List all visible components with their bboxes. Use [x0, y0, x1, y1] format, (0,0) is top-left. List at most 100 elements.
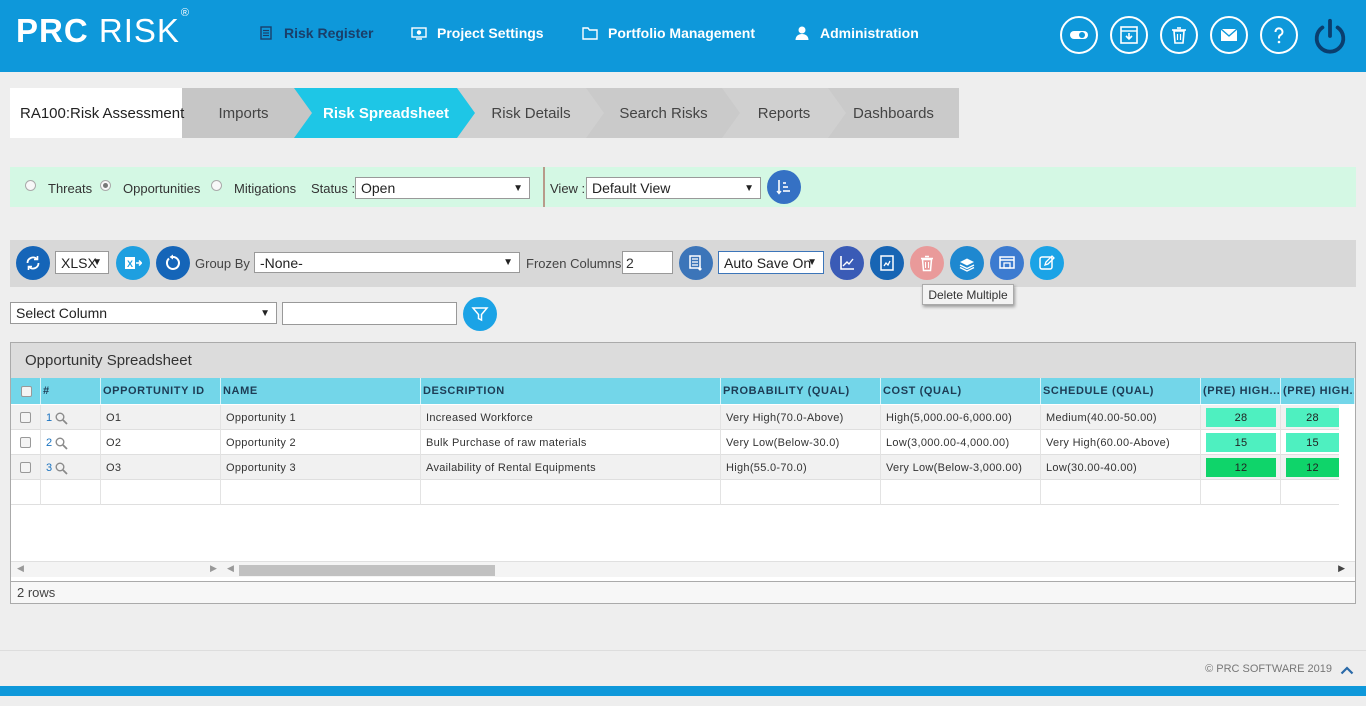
- select-all-checkbox[interactable]: [21, 385, 32, 397]
- row-checkbox[interactable]: [20, 412, 31, 423]
- tab-reports[interactable]: Reports: [722, 88, 846, 138]
- row-checkbox[interactable]: [20, 437, 31, 448]
- edit-button[interactable]: [1030, 246, 1064, 280]
- row-number-cell[interactable]: 3: [41, 455, 101, 480]
- nav-project-settings[interactable]: Project Settings: [411, 25, 544, 41]
- description-cell[interactable]: Availability of Rental Equipments: [421, 455, 721, 480]
- horizontal-scrollbar[interactable]: ◀ ▶ ◀ ▶: [11, 561, 1355, 577]
- threats-label: Threats: [48, 181, 93, 196]
- schedule-cell[interactable]: Medium(40.00-50.00): [1041, 405, 1201, 430]
- opportunities-radio[interactable]: [100, 180, 111, 191]
- column-filter-input[interactable]: [282, 302, 457, 325]
- delete-icon: [1172, 27, 1186, 44]
- select-column-dropdown[interactable]: Select Column ▼: [10, 302, 277, 324]
- empty-new-row[interactable]: [11, 480, 1339, 505]
- tab-dashboards[interactable]: Dashboards: [828, 88, 959, 138]
- scroll-left-icon[interactable]: ◀: [17, 563, 24, 574]
- grid-header: # OPPORTUNITY ID NAME DESCRIPTION PROBAB…: [11, 378, 1355, 404]
- nav-risk-register[interactable]: Risk Register: [258, 25, 373, 41]
- group-by-select[interactable]: -None- ▼: [254, 252, 520, 273]
- help-button[interactable]: [1260, 16, 1298, 54]
- magnifier-icon[interactable]: [54, 411, 69, 425]
- refresh-button[interactable]: [16, 246, 50, 280]
- score-badge[interactable]: 15: [1206, 433, 1276, 452]
- dropdown-arrow-icon: ▼: [744, 182, 754, 194]
- tab-risk-details[interactable]: Risk Details: [457, 88, 605, 138]
- frozen-columns-input[interactable]: 2: [622, 251, 673, 274]
- opportunity-id-cell[interactable]: O2: [101, 430, 221, 455]
- cost-cell[interactable]: Low(3,000.00-4,000.00): [881, 430, 1041, 455]
- header-description[interactable]: DESCRIPTION: [421, 378, 721, 404]
- frozen-scroll-right-icon[interactable]: ▶: [210, 563, 217, 574]
- row-checkbox[interactable]: [20, 462, 31, 473]
- opportunity-id-cell[interactable]: O1: [101, 405, 221, 430]
- export-excel-button[interactable]: X: [116, 246, 150, 280]
- filter-bar: Threats Opportunities Mitigations Status…: [10, 167, 1356, 207]
- apply-filter-button[interactable]: [463, 297, 497, 331]
- header-schedule[interactable]: SCHEDULE (QUAL): [1041, 378, 1201, 404]
- row-number-cell[interactable]: 1: [41, 405, 101, 430]
- tab-imports[interactable]: Imports: [166, 88, 321, 138]
- score-badge[interactable]: 15: [1286, 433, 1339, 452]
- header-probability[interactable]: PROBABILITY (QUAL): [721, 378, 881, 404]
- status-select[interactable]: Open ▼: [355, 177, 530, 199]
- description-cell[interactable]: Increased Workforce: [421, 405, 721, 430]
- scroll-right-icon[interactable]: ▶: [1338, 563, 1345, 574]
- download-button[interactable]: [1110, 16, 1148, 54]
- scrollbar-thumb[interactable]: [239, 565, 495, 576]
- probability-cell[interactable]: Very Low(Below-30.0): [721, 430, 881, 455]
- mail-button[interactable]: [1210, 16, 1248, 54]
- header-pre-high-1[interactable]: (PRE) HIGH...: [1201, 378, 1281, 404]
- report-button[interactable]: [870, 246, 904, 280]
- bulk-edit-button[interactable]: [950, 246, 984, 280]
- cost-cell[interactable]: High(5,000.00-6,000.00): [881, 405, 1041, 430]
- name-cell[interactable]: Opportunity 2: [221, 430, 421, 455]
- schedule-cell[interactable]: Very High(60.00-Above): [1041, 430, 1201, 455]
- chart-button[interactable]: [830, 246, 864, 280]
- scroll-left-icon[interactable]: ◀: [227, 563, 234, 574]
- header-number[interactable]: #: [41, 378, 101, 404]
- copy-view-button[interactable]: [990, 246, 1024, 280]
- row-number-cell[interactable]: 2: [41, 430, 101, 455]
- view-select[interactable]: Default View ▼: [586, 177, 761, 199]
- score-badge[interactable]: 28: [1206, 408, 1276, 427]
- threats-radio[interactable]: [25, 180, 36, 191]
- power-button[interactable]: [1310, 16, 1350, 56]
- autosave-select[interactable]: Auto Save On ▼: [718, 251, 824, 274]
- export-format-select[interactable]: XLSX ▼: [55, 251, 109, 274]
- nav-portfolio-management[interactable]: Portfolio Management: [582, 25, 755, 41]
- score-badge[interactable]: 28: [1286, 408, 1339, 427]
- table-row[interactable]: 1 O1 Opportunity 1 Increased Workforce V…: [11, 405, 1339, 430]
- column-chooser-button[interactable]: [679, 246, 713, 280]
- tab-search-risks[interactable]: Search Risks: [586, 88, 741, 138]
- cost-cell[interactable]: Very Low(Below-3,000.00): [881, 455, 1041, 480]
- toggle-button[interactable]: [1060, 16, 1098, 54]
- sort-view-button[interactable]: [767, 170, 801, 204]
- magnifier-icon[interactable]: [54, 436, 69, 450]
- table-row[interactable]: 2 O2 Opportunity 2 Bulk Purchase of raw …: [11, 430, 1339, 455]
- header-opportunity-id[interactable]: OPPORTUNITY ID: [101, 378, 221, 404]
- mitigations-radio[interactable]: [211, 180, 222, 191]
- header-cost[interactable]: COST (QUAL): [881, 378, 1041, 404]
- reload-button[interactable]: [156, 246, 190, 280]
- delete-multiple-button[interactable]: [910, 246, 944, 280]
- description-cell[interactable]: Bulk Purchase of raw materials: [421, 430, 721, 455]
- score-badge[interactable]: 12: [1206, 458, 1276, 477]
- table-row[interactable]: 3 O3 Opportunity 3 Availability of Renta…: [11, 455, 1339, 480]
- logo[interactable]: PRC RISK®: [16, 7, 189, 50]
- header-name[interactable]: NAME: [221, 378, 421, 404]
- opportunity-id-cell[interactable]: O3: [101, 455, 221, 480]
- breadcrumb-home[interactable]: RA100:Risk Assessment: [10, 88, 184, 138]
- score-badge[interactable]: 12: [1286, 458, 1339, 477]
- tab-risk-spreadsheet[interactable]: Risk Spreadsheet: [294, 88, 478, 138]
- scroll-top-icon[interactable]: [1340, 665, 1354, 675]
- schedule-cell[interactable]: Low(30.00-40.00): [1041, 455, 1201, 480]
- nav-administration[interactable]: Administration: [794, 25, 919, 41]
- magnifier-icon[interactable]: [54, 461, 69, 475]
- name-cell[interactable]: Opportunity 3: [221, 455, 421, 480]
- probability-cell[interactable]: Very High(70.0-Above): [721, 405, 881, 430]
- delete-button[interactable]: [1160, 16, 1198, 54]
- probability-cell[interactable]: High(55.0-70.0): [721, 455, 881, 480]
- name-cell[interactable]: Opportunity 1: [221, 405, 421, 430]
- header-pre-high-2[interactable]: (PRE) HIGH...: [1281, 378, 1355, 404]
